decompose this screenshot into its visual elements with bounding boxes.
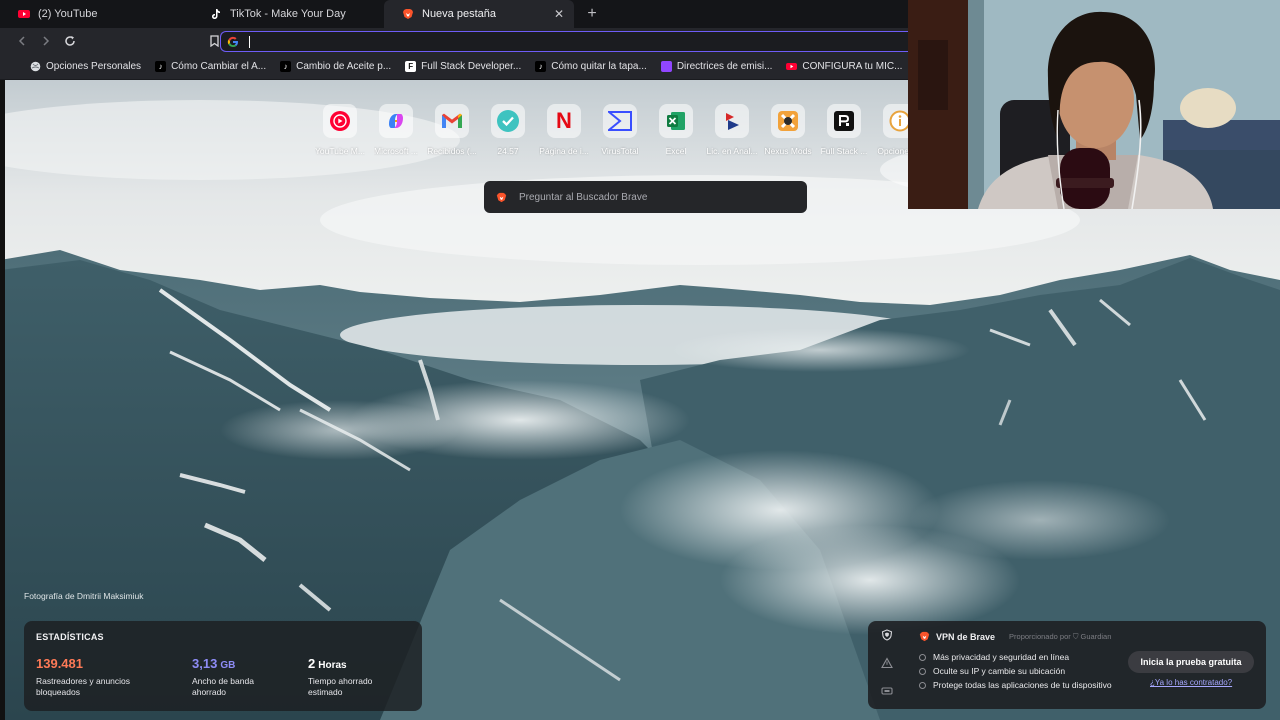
tiktok-icon: ♪ (280, 61, 292, 72)
close-icon[interactable]: ✕ (554, 8, 564, 20)
list-item: Más privacidad y seguridad en línea (919, 650, 1112, 664)
address-bar[interactable] (220, 31, 910, 52)
shortcut-tile[interactable]: YouTube M... (312, 104, 368, 156)
vpn-card: VPN de Brave Proporcionado por ⛉ Guardia… (868, 621, 1266, 709)
bookmark-item[interactable]: Directrices de emisi... (660, 61, 772, 72)
shortcut-tile[interactable]: 24.57 (480, 104, 536, 156)
chevron-right-icon (43, 36, 50, 46)
brave-lion-icon (403, 9, 413, 19)
vpn-feature-list: Más privacidad y seguridad en línea Ocul… (919, 650, 1112, 692)
webcam-overlay (908, 0, 1280, 209)
photo-credit[interactable]: Fotografía de Dmitrii Maksimiuk (24, 591, 144, 601)
brave-lion-icon (919, 631, 930, 642)
shortcut-tile[interactable]: Nexus Mods (760, 104, 816, 156)
stat-value: 3,13 (192, 656, 218, 671)
bullet-icon (919, 667, 926, 675)
shortcut-tile[interactable]: VirusTotal (592, 104, 648, 156)
youtube-icon (18, 10, 30, 18)
ticket-icon[interactable] (881, 685, 893, 697)
stat-value: 2 (308, 656, 316, 671)
stat-time: 2 Horas Tiempo ahorrado estimado (308, 656, 373, 697)
search-placeholder: Preguntar al Buscador Brave (519, 191, 648, 203)
window-edge (0, 80, 5, 720)
bookmark-icon (209, 35, 219, 47)
stat-unit: Horas (318, 660, 347, 671)
already-purchased-link[interactable]: ¿Ya lo has contratado? (1150, 678, 1232, 687)
stat-unit: GB (220, 660, 236, 671)
netflix-icon: N (547, 104, 581, 138)
tab-label: Nueva pestaña (422, 8, 496, 20)
new-tab-button[interactable]: + (582, 5, 602, 23)
bookmark-item[interactable]: ♪ Cómo quitar la tapa... (535, 61, 647, 72)
reload-icon (65, 36, 75, 46)
tab-youtube[interactable]: (2) YouTube (0, 0, 192, 28)
globe-icon (30, 61, 41, 72)
vpn-title: VPN de Brave (936, 631, 996, 642)
excel-icon (659, 104, 693, 138)
tab-new-tab[interactable]: Nueva pestaña ✕ (384, 0, 574, 28)
stat-value: 139.481 (36, 656, 83, 671)
vpn-side-rail (868, 621, 906, 709)
list-item: Protege todas las aplicaciones de tu dis… (919, 678, 1112, 692)
warning-triangle-icon[interactable] (881, 657, 893, 669)
tiktok-icon: ♪ (535, 61, 547, 72)
stats-title: ESTADÍSTICAS (36, 632, 104, 642)
bookmark-item[interactable]: ♪ Cambio de Aceite p... (280, 61, 391, 72)
tiktok-icon: ♪ (155, 61, 167, 72)
url-input[interactable] (250, 34, 850, 49)
youtube-icon (786, 63, 798, 70)
bookmark-item[interactable]: ♪ Cómo Cambiar el A... (155, 61, 266, 72)
shortcut-tile[interactable]: Lic. en Anal... (704, 104, 760, 156)
forward-button[interactable] (34, 29, 58, 53)
top-sites: YouTube M... Microsoft ... Recibidos (..… (312, 104, 928, 156)
brave-search-box[interactable]: Preguntar al Buscador Brave (484, 181, 807, 213)
shortcut-tile[interactable]: N Página de i... (536, 104, 592, 156)
checkmark-icon (491, 104, 525, 138)
toolbar (0, 28, 910, 54)
shortcut-tile[interactable]: Excel (648, 104, 704, 156)
tab-label: (2) YouTube (38, 8, 98, 20)
stat-bandwidth: 3,13 GB Ancho de banda ahorrado (192, 656, 254, 697)
bookmark-item[interactable]: CONFIGURA tu MIC... (786, 61, 902, 72)
shortcut-tile[interactable]: Recibidos (... (424, 104, 480, 156)
google-icon (227, 36, 238, 47)
vpn-header: VPN de Brave Proporcionado por ⛉ Guardia… (919, 631, 1111, 642)
copilot-icon (379, 104, 413, 138)
tiktok-icon (212, 9, 220, 19)
bullet-icon (919, 653, 926, 661)
shield-icon[interactable] (881, 629, 893, 641)
stat-trackers: 139.481 Rastreadores y anuncios bloqueado… (36, 656, 131, 697)
tab-label: TikTok - Make Your Day (230, 8, 346, 20)
bookmark-item[interactable]: Opciones Personales (30, 61, 141, 72)
list-item: Oculte su IP y cambie su ubicación (919, 664, 1112, 678)
r-logo-icon (827, 104, 861, 138)
f-logo-icon: F (405, 61, 417, 72)
virustotal-icon (603, 104, 637, 138)
reload-button[interactable] (58, 29, 82, 53)
back-button[interactable] (10, 29, 34, 53)
gmail-icon (435, 104, 469, 138)
start-trial-button[interactable]: Inicia la prueba gratuita (1128, 651, 1254, 673)
twitch-icon (660, 61, 672, 72)
bullet-icon (919, 681, 926, 689)
bookmark-item[interactable]: F Full Stack Developer... (405, 61, 521, 72)
youtube-music-icon (323, 104, 357, 138)
bookmarks-bar: Opciones Personales ♪ Cómo Cambiar el A.… (0, 54, 908, 80)
chevron-left-icon (18, 36, 25, 46)
tab-strip: (2) YouTube TikTok - Make Your Day Nueva… (0, 0, 908, 28)
stats-widget: ESTADÍSTICAS 139.481 Rastreadores y anun… (24, 621, 422, 711)
shortcut-tile[interactable]: Microsoft ... (368, 104, 424, 156)
play-flag-icon (715, 104, 749, 138)
shortcut-tile[interactable]: Full Stack ... (816, 104, 872, 156)
nexus-icon (771, 104, 805, 138)
vpn-powered-by: Proporcionado por ⛉ Guardian (1009, 631, 1112, 641)
tab-tiktok[interactable]: TikTok - Make Your Day (192, 0, 384, 28)
brave-lion-icon (496, 192, 507, 202)
